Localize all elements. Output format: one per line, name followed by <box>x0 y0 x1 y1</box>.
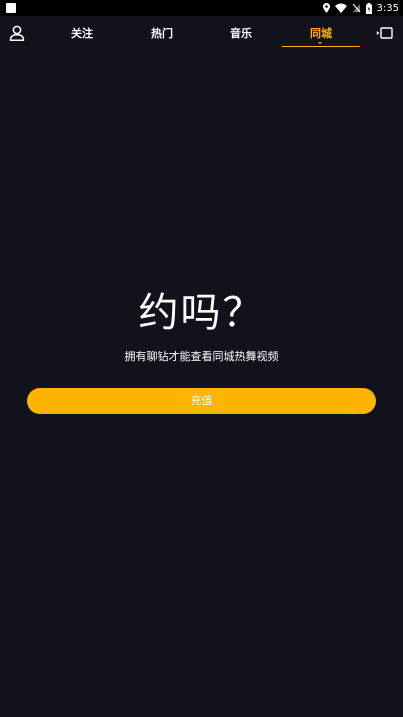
status-time: 3:35 <box>376 2 399 14</box>
status-icons: 3:35 <box>322 0 399 16</box>
battery-icon <box>365 2 372 14</box>
recharge-button[interactable]: 充值 <box>27 388 376 414</box>
headline: 约吗？ <box>138 290 265 336</box>
top-nav: 关注 热门 音乐 同城 <box>0 16 403 50</box>
tab-local[interactable]: 同城 <box>282 24 360 44</box>
notification-icon <box>6 3 16 13</box>
subtitle: 拥有聊钻才能查看同城热舞视频 <box>124 350 279 363</box>
location-icon <box>322 3 330 13</box>
wifi-icon <box>334 3 347 13</box>
tab-music[interactable]: 音乐 <box>221 24 261 44</box>
tab-active-caret <box>318 42 322 44</box>
no-sim-icon <box>352 3 360 13</box>
cast-icon[interactable] <box>376 27 393 39</box>
tab-follow[interactable]: 关注 <box>62 24 102 44</box>
tab-active-underline <box>282 46 360 47</box>
profile-icon[interactable] <box>9 25 25 41</box>
app-screen: 3:35 关注 热门 音乐 同城 约吗？ 拥有聊钻才能查看同城热舞视频 充值 <box>0 0 403 717</box>
tab-hot[interactable]: 热门 <box>142 24 182 44</box>
status-bar: 3:35 <box>0 0 403 16</box>
